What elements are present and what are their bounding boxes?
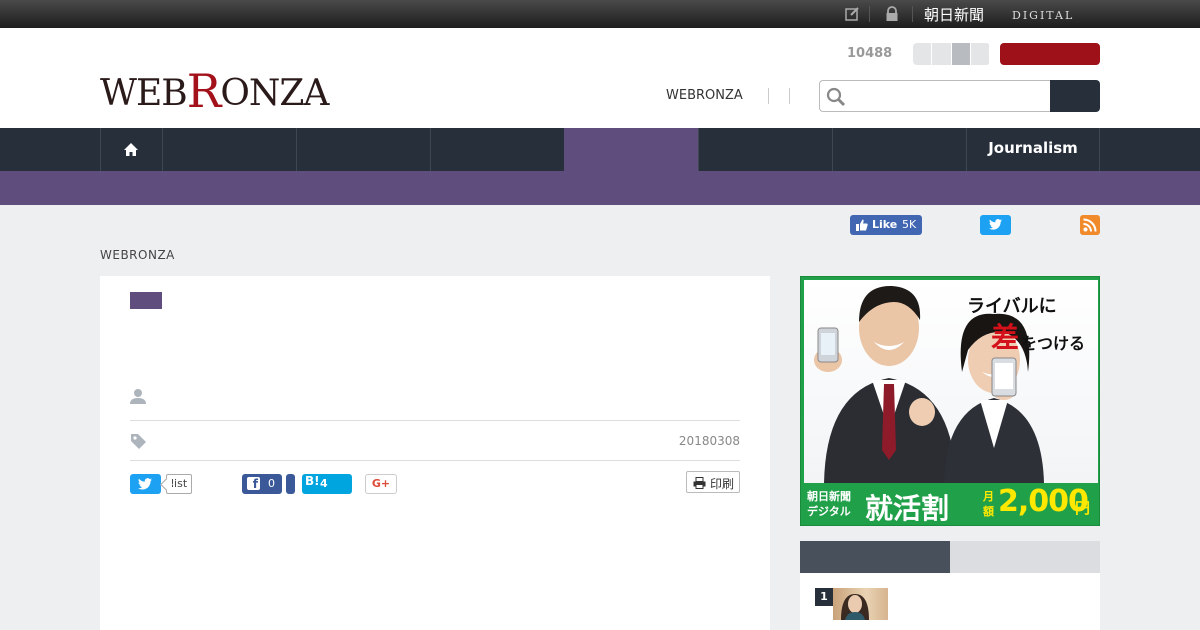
ad-currency: 円 [1075,499,1091,517]
print-button[interactable]: 印刷 [686,471,740,493]
nav-item-7[interactable] [832,128,966,171]
ad-footer: 朝日新聞 デジタル 就活割 月額 2,000 円 [801,483,1099,525]
ad-headline-1: ライバルに [967,296,1057,317]
ranking-tabs [800,541,1100,573]
thumbs-up-icon [856,219,868,231]
facebook-share-button[interactable]: f 0 [242,474,282,494]
twitter-bird-icon [138,478,152,490]
article-card: 20180308 list f 0 B! 4 G+ 印刷 [100,276,770,630]
header-divider [789,88,790,104]
facebook-like-label: Like [872,218,898,231]
nav-item-2[interactable] [162,128,296,171]
home-icon [124,143,138,156]
twitter-bird-icon [989,219,1002,230]
main-nav: Journalism [0,128,1200,171]
ad-campaign: 就活割 [865,492,950,525]
hatena-icon: B! [305,474,320,488]
facebook-like-count: 5K [902,218,917,231]
rss-icon[interactable] [1080,215,1100,235]
breadcrumb[interactable]: WEBRONZA [100,248,175,262]
google-plus-button[interactable]: G+ [365,474,397,494]
ranking-number: 1 [815,588,833,606]
facebook-share-count: 0 [268,477,275,490]
twitter-follow-button[interactable] [980,215,1011,235]
facebook-share-extra-button[interactable] [286,474,295,494]
ranking-thumbnail-portrait [841,594,869,620]
header-link-webronza[interactable]: WEBRONZA [666,88,743,103]
category-tag[interactable] [130,292,162,309]
article-date: 20180308 [678,434,740,448]
ad-headline-2: をつける [1021,334,1086,353]
ad-monthly-label: 月額 [983,490,994,518]
top-bar: 朝日新聞 DIGITAL [0,0,1200,28]
ranking-tab-1[interactable] [800,541,950,573]
nav-item-3[interactable] [296,128,430,171]
facebook-icon: f [247,477,260,491]
ad-brand: 朝日新聞 デジタル [807,490,851,518]
sub-nav [0,171,1200,205]
site-header: WEBRONZA 10488 WEBRONZA [0,28,1200,128]
topbar-divider [912,6,913,22]
ranking-thumbnail[interactable] [833,588,888,620]
twitter-share-button[interactable] [130,474,161,494]
font-size-medium-button[interactable] [932,43,952,65]
login-button[interactable] [1000,43,1100,65]
search-icon [826,87,846,107]
font-size-large-button[interactable] [951,43,971,65]
font-size-switcher [913,43,990,65]
logo-suffix: ONZA [220,73,329,114]
font-size-small-button[interactable] [913,43,933,65]
member-counter: 10488 [847,46,893,61]
author-icon [130,389,146,404]
ranking-list: 1 [800,573,1100,630]
search-button[interactable] [1050,80,1100,112]
ad-headline-accent: 差 [991,321,1020,354]
nav-item-6[interactable] [698,128,832,171]
divider [130,420,740,421]
header-divider [768,88,769,104]
nav-item-journalism[interactable]: Journalism [966,128,1100,171]
ad-photo: ライバルに 差 をつける [804,280,1098,483]
twitter-share-count[interactable]: list [166,474,193,494]
nav-item-4[interactable] [430,128,564,171]
nav-item-label: Journalism [988,139,1078,157]
font-size-xlarge-button[interactable] [970,43,990,65]
edit-icon[interactable] [844,6,860,22]
nav-item-home[interactable] [100,128,162,171]
divider [130,460,740,461]
asahi-digital-logo[interactable]: 朝日新聞 [924,4,984,25]
printer-icon [693,477,706,489]
search-input[interactable] [819,80,1051,112]
nav-item-5-active[interactable] [564,128,698,171]
print-label: 印刷 [710,477,735,491]
logo-r: R [186,64,222,118]
hatena-bookmark-button[interactable]: B! 4 [302,474,352,494]
logo-prefix: WEB [100,73,188,114]
asahi-digital-sub: DIGITAL [1012,9,1075,22]
advertisement-banner[interactable]: ライバルに 差 をつける 朝日新聞 デジタル 就活割 月額 2,000 円 [800,276,1100,526]
topbar-divider [869,6,870,22]
tag-icon [131,434,146,449]
hatena-count: 4 [320,477,328,490]
facebook-like-button[interactable]: Like 5K [850,215,922,235]
webronza-logo[interactable]: WEBRONZA [100,62,329,118]
lock-icon[interactable] [884,6,900,22]
ranking-tab-2[interactable] [950,541,1100,573]
